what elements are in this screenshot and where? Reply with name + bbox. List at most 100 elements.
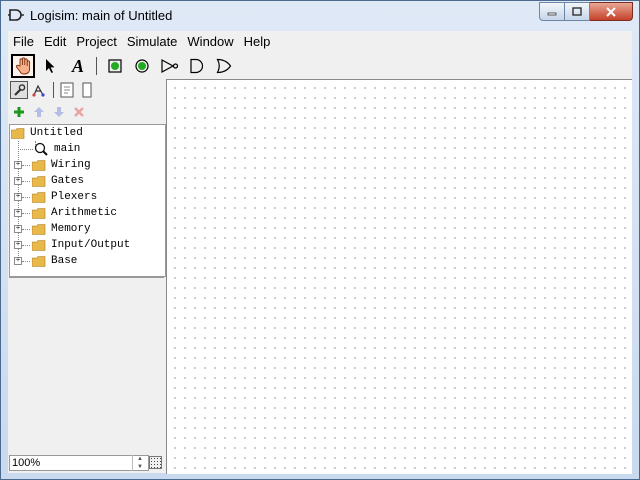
folder-icon: [32, 223, 46, 235]
move-up-button[interactable]: [30, 103, 48, 121]
folder-icon: [32, 159, 46, 171]
add-circuit-button[interactable]: [10, 103, 28, 121]
expand-wiring-icon[interactable]: +: [14, 161, 22, 169]
tree-item-label: Base: [51, 255, 78, 267]
folder-icon: [32, 239, 46, 251]
expand-base-icon[interactable]: +: [14, 257, 22, 265]
and-gate-icon: [190, 58, 204, 74]
project-toolbar: [8, 101, 166, 123]
tree-item-label: Untitled: [30, 127, 83, 139]
hand-icon: [15, 57, 31, 75]
explorer-toolbar: [8, 79, 166, 101]
toolbar: A: [8, 51, 632, 79]
delete-x-icon: [74, 107, 84, 117]
tree-item-library[interactable]: Base: [32, 253, 77, 269]
title-bar[interactable]: Logisim: main of Untitled: [1, 1, 639, 31]
menu-simulate[interactable]: Simulate: [122, 34, 183, 49]
edit-appearance-button[interactable]: [78, 81, 96, 99]
expand-plexers-icon[interactable]: +: [14, 193, 22, 201]
folder-icon: [11, 127, 25, 139]
simulation-view-button[interactable]: [30, 81, 48, 99]
tree-connector: [22, 245, 30, 246]
maximize-button[interactable]: [565, 2, 590, 21]
select-tool-button[interactable]: [39, 55, 61, 77]
tree-item-library[interactable]: Gates: [32, 173, 84, 189]
tree-item-library[interactable]: Wiring: [32, 157, 91, 173]
folder-icon: [32, 207, 46, 219]
move-down-button[interactable]: [50, 103, 68, 121]
or-gate-icon: [216, 58, 232, 74]
maximize-icon: [572, 6, 582, 16]
minimize-button[interactable]: [539, 2, 565, 21]
arrow-up-icon: [34, 107, 44, 117]
poke-tool-button[interactable]: [11, 54, 35, 78]
tree-item-label: Input/Output: [51, 239, 131, 251]
output-pin-icon: [135, 59, 149, 73]
tree-item-label: Memory: [51, 223, 91, 235]
zoom-input[interactable]: 100%: [9, 455, 149, 471]
expand-input-output-icon[interactable]: +: [14, 241, 22, 249]
tree-item-label: main: [54, 143, 81, 155]
spin-down-icon[interactable]: ▼: [133, 463, 147, 471]
project-explorer-tree: Untitled main + Wiring + Gates + Plexers…: [9, 124, 166, 277]
tree-item-library[interactable]: Input/Output: [32, 237, 130, 253]
tree-connector: [20, 149, 33, 150]
tree-item-label: Wiring: [51, 159, 91, 171]
menu-bar: File Edit Project Simulate Window Help: [8, 31, 632, 51]
tree-connector: [22, 229, 30, 230]
toolbox-view-button[interactable]: [10, 81, 28, 99]
tree-item-project[interactable]: Untitled: [11, 125, 83, 141]
tree-item-circuit-main[interactable]: main: [34, 141, 80, 157]
input-pin-button[interactable]: [104, 55, 126, 77]
attribute-table: [9, 277, 164, 454]
app-window: Logisim: main of Untitled File Edit Proj…: [0, 0, 640, 480]
text-tool-button[interactable]: A: [67, 55, 89, 77]
arrow-down-icon: [54, 107, 64, 117]
zoom-bar: 100% ▲ ▼: [8, 453, 166, 473]
tree-item-library[interactable]: Plexers: [32, 189, 97, 205]
logisim-app-icon: [8, 9, 24, 21]
magnifier-icon: [34, 142, 48, 156]
toolbar-separator: [96, 57, 97, 75]
tree-connector: [22, 213, 30, 214]
tree-connector: [22, 165, 30, 166]
output-pin-button[interactable]: [131, 55, 153, 77]
tree-item-library[interactable]: Arithmetic: [32, 205, 117, 221]
caption-buttons: [539, 2, 633, 22]
menu-project[interactable]: Project: [71, 34, 121, 49]
circuit-canvas[interactable]: [166, 79, 632, 474]
or-gate-button[interactable]: [213, 55, 235, 77]
and-gate-button[interactable]: [186, 55, 208, 77]
menu-file[interactable]: File: [8, 34, 39, 49]
folder-icon: [32, 175, 46, 187]
tree-item-library[interactable]: Memory: [32, 221, 91, 237]
window-title: Logisim: main of Untitled: [30, 8, 173, 23]
not-gate-button[interactable]: [159, 55, 181, 77]
menu-window[interactable]: Window: [182, 34, 238, 49]
left-panel: Untitled main + Wiring + Gates + Plexers…: [8, 79, 166, 473]
not-gate-icon: [161, 59, 179, 73]
menu-edit[interactable]: Edit: [39, 34, 71, 49]
main-area: A Untitled main + Wiring + Gates + Plexe…: [8, 51, 632, 474]
tree-item-label: Plexers: [51, 191, 98, 203]
expand-arithmetic-icon[interactable]: +: [14, 209, 22, 217]
simulation-tree-icon: [32, 84, 45, 97]
circuit-layout-icon: [60, 82, 74, 98]
folder-icon: [32, 191, 46, 203]
spin-up-icon[interactable]: ▲: [133, 455, 147, 463]
remove-circuit-button[interactable]: [70, 103, 88, 121]
edit-layout-button[interactable]: [58, 81, 76, 99]
expand-gates-icon[interactable]: +: [14, 177, 22, 185]
zoom-spinner[interactable]: ▲ ▼: [132, 455, 147, 471]
expand-memory-icon[interactable]: +: [14, 225, 22, 233]
explorer-separator: [53, 82, 54, 98]
arrow-icon: [46, 59, 55, 73]
tree-connector: [22, 197, 30, 198]
folder-icon: [32, 255, 46, 267]
grid-toggle-button[interactable]: [149, 456, 162, 469]
close-button[interactable]: [590, 2, 633, 21]
menu-help[interactable]: Help: [239, 34, 276, 49]
zoom-value: 100%: [12, 457, 41, 469]
wrench-icon: [14, 84, 26, 96]
tree-connector: [22, 261, 30, 262]
